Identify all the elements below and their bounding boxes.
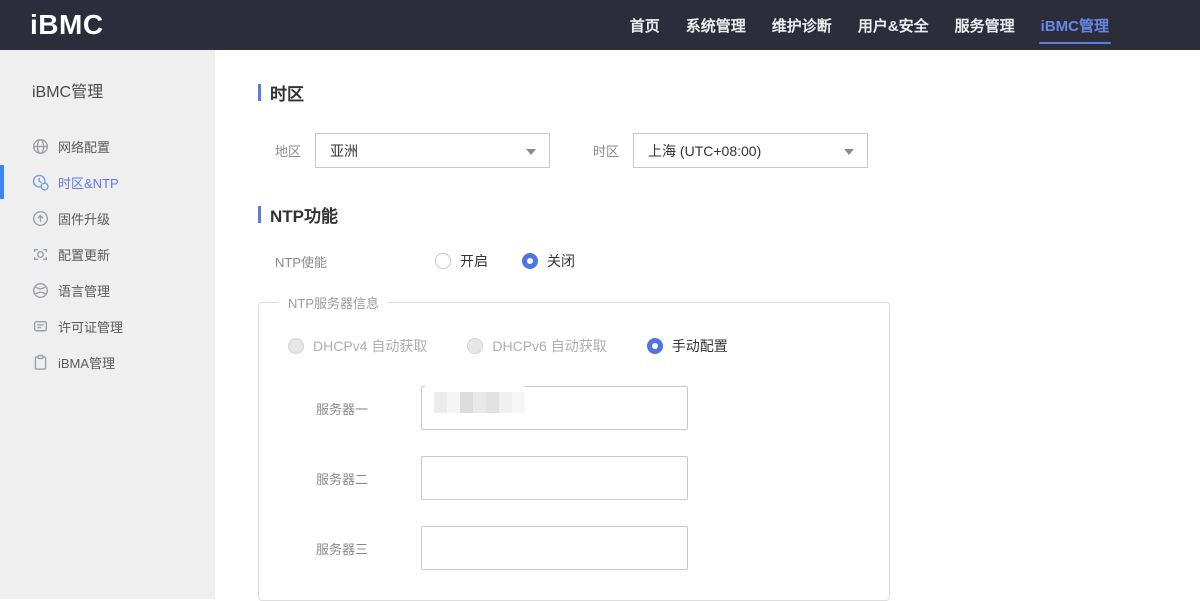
- sidebar-item-config-update[interactable]: 配置更新: [0, 236, 215, 272]
- firmware-upgrade-icon: [32, 210, 49, 227]
- server-three-input[interactable]: [421, 526, 688, 570]
- nav-item-system-management[interactable]: 系统管理: [673, 0, 759, 50]
- sidebar-item-ibma-management[interactable]: iBMA管理: [0, 344, 215, 380]
- main-content: 时区 地区 亚洲 时区 上海 (UTC+08:00) NTP功能 NTP使能 开…: [215, 50, 1200, 599]
- timezone-label: 时区: [593, 141, 619, 160]
- license-management-icon: [32, 318, 49, 335]
- ntp-enable-off-radio[interactable]: 关闭: [522, 251, 575, 271]
- radio-selected-icon[interactable]: [522, 253, 538, 269]
- manual-config-radio[interactable]: 手动配置: [647, 336, 728, 356]
- server-one-row: 服务器一: [259, 386, 889, 430]
- sidebar-item-language-management[interactable]: 语言管理: [0, 272, 215, 308]
- server-three-row: 服务器三: [259, 526, 889, 570]
- sidebar-title: iBMC管理: [0, 50, 215, 102]
- radio-disabled-icon[interactable]: [467, 338, 483, 354]
- ntp-mode-row: DHCPv4 自动获取 DHCPv6 自动获取 手动配置: [259, 336, 889, 356]
- server-one-label: 服务器一: [316, 399, 421, 418]
- nav-item-ibmc-management[interactable]: iBMC管理: [1028, 0, 1122, 50]
- dhcpv6-auto-radio[interactable]: DHCPv6 自动获取: [467, 336, 606, 356]
- ibma-management-icon: [32, 354, 49, 371]
- server-two-label: 服务器二: [316, 469, 421, 488]
- radio-unselected-icon[interactable]: [435, 253, 451, 269]
- nav-item-user-security[interactable]: 用户&安全: [845, 0, 942, 50]
- sidebar-item-label: iBMA管理: [58, 353, 115, 372]
- radio-selected-icon[interactable]: [647, 338, 663, 354]
- sidebar-item-license-management[interactable]: 许可证管理: [0, 308, 215, 344]
- ntp-server-group: NTP服务器信息 DHCPv4 自动获取 DHCPv6 自动获取 手动配置 服务…: [258, 293, 890, 601]
- radio-disabled-icon[interactable]: [288, 338, 304, 354]
- server-two-row: 服务器二: [259, 456, 889, 500]
- ntp-server-group-legend: NTP服务器信息: [279, 293, 388, 312]
- nav-item-service-management[interactable]: 服务管理: [942, 0, 1028, 50]
- sidebar-item-label: 许可证管理: [58, 317, 123, 336]
- section-accent-bar: [258, 206, 261, 223]
- sidebar-item-label: 网络配置: [58, 137, 110, 156]
- sidebar-item-label: 固件升级: [58, 209, 110, 228]
- chevron-down-icon: [844, 149, 854, 155]
- timezone-section-title: 时区: [258, 80, 1200, 105]
- timezone-form-row: 地区 亚洲 时区 上海 (UTC+08:00): [258, 133, 1200, 168]
- sidebar-item-network-config[interactable]: 网络配置: [0, 128, 215, 164]
- ntp-enable-on-radio[interactable]: 开启: [435, 251, 488, 271]
- sidebar-item-firmware-upgrade[interactable]: 固件升级: [0, 200, 215, 236]
- config-update-icon: [32, 246, 49, 263]
- timezone-ntp-icon: [32, 174, 49, 191]
- ibmc-logo: iBMC: [30, 9, 104, 41]
- server-two-input[interactable]: [421, 456, 688, 500]
- timezone-select[interactable]: 上海 (UTC+08:00): [633, 133, 868, 168]
- chevron-down-icon: [526, 149, 536, 155]
- language-management-icon: [32, 282, 49, 299]
- region-select[interactable]: 亚洲: [315, 133, 550, 168]
- ntp-section-title: NTP功能: [258, 202, 1200, 227]
- sidebar-item-label: 配置更新: [58, 245, 110, 264]
- ntp-enable-row: NTP使能 开启 关闭: [258, 251, 1200, 271]
- sidebar: iBMC管理 网络配置 时区&NTP 固件升级 配置更新 语言管理 许: [0, 50, 215, 599]
- region-label: 地区: [275, 141, 301, 160]
- server-three-label: 服务器三: [316, 539, 421, 558]
- server-one-input[interactable]: [421, 386, 688, 430]
- section-accent-bar: [258, 84, 261, 101]
- ntp-enable-label: NTP使能: [275, 252, 435, 271]
- sidebar-item-label: 语言管理: [58, 281, 110, 300]
- top-nav-menu: 首页 系统管理 维护诊断 用户&安全 服务管理 iBMC管理: [617, 0, 1122, 50]
- network-config-icon: [32, 138, 49, 155]
- nav-item-home[interactable]: 首页: [617, 0, 673, 50]
- sidebar-item-timezone-ntp[interactable]: 时区&NTP: [0, 164, 215, 200]
- top-navbar: iBMC 首页 系统管理 维护诊断 用户&安全 服务管理 iBMC管理: [0, 0, 1200, 50]
- dhcpv4-auto-radio[interactable]: DHCPv4 自动获取: [288, 336, 427, 356]
- nav-item-maintenance-diagnosis[interactable]: 维护诊断: [759, 0, 845, 50]
- sidebar-item-label: 时区&NTP: [58, 173, 119, 192]
